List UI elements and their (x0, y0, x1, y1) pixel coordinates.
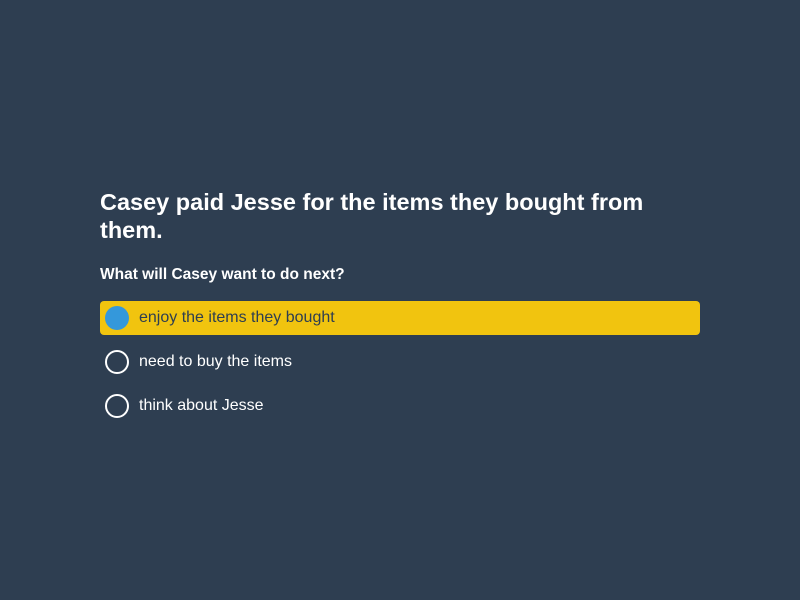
answer-option-1[interactable]: enjoy the items they bought (100, 301, 700, 335)
page: Casey paid Jesse for the items they boug… (0, 0, 800, 600)
radio-button-icon[interactable] (105, 394, 129, 418)
answer-option-label: enjoy the items they bought (139, 309, 335, 326)
radio-button-icon[interactable] (105, 350, 129, 374)
radio-button-icon[interactable] (105, 306, 129, 330)
answer-options: enjoy the items they bought need to buy … (100, 301, 700, 423)
answer-option-label: need to buy the items (139, 353, 292, 370)
question-prompt: What will Casey want to do next? (100, 266, 345, 283)
answer-option-3[interactable]: think about Jesse (100, 389, 700, 423)
answer-option-label: think about Jesse (139, 397, 264, 414)
question-text: Casey paid Jesse for the items they boug… (100, 189, 644, 243)
quiz-panel: Casey paid Jesse for the items they boug… (100, 188, 700, 433)
answer-option-2[interactable]: need to buy the items (100, 345, 700, 379)
